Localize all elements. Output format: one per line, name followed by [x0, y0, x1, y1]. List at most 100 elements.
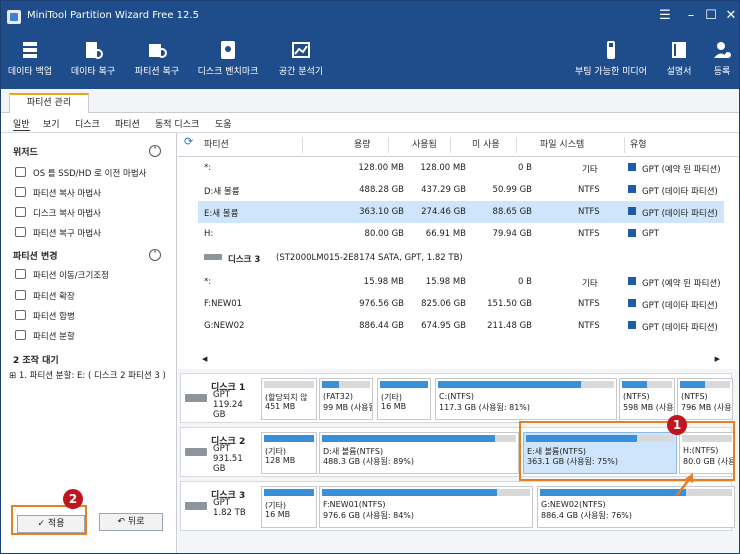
menu-help[interactable]: 도움 [215, 117, 232, 130]
partition-size: 796 MB (사용 [681, 403, 732, 412]
backup-label: 데이타 백업 [7, 67, 53, 77]
menu-icon[interactable]: ☰ [655, 6, 675, 26]
menu-view[interactable]: 보기 [43, 117, 60, 130]
space-analyzer-button[interactable]: 공간 분석기 [271, 39, 331, 77]
minimize-button[interactable]: – [681, 6, 701, 26]
partition-block[interactable]: (NTFS) 598 MB (사용 [619, 378, 675, 420]
disk-group-row[interactable]: 디스크 3 (ST2000LM015-2E8174 SATA, GPT, 1.8… [198, 247, 724, 269]
table-row[interactable]: *: 15.98 MB 15.98 MB 0 B 기타 GPT (예약 된 파티… [198, 271, 724, 293]
table-row[interactable]: D:새 볼륨 488.28 GB 437.29 GB 50.99 GB NTFS… [198, 179, 724, 201]
row-filesystem: NTFS [578, 185, 600, 195]
row-unused: 79.94 GB [492, 229, 532, 239]
change-item-move-resize[interactable]: 파티션 이동/크기조정 [33, 269, 109, 281]
partition-block[interactable]: (NTFS) 796 MB (사용 [677, 378, 733, 420]
partition-block[interactable]: (할당되지 않 451 MB [261, 378, 317, 420]
table-row-selected[interactable]: E:새 볼륨 363.10 GB 274.46 GB 88.65 GB NTFS… [198, 201, 724, 223]
col-used[interactable]: 사용됨 [412, 137, 437, 150]
pending-item[interactable]: ⊞ 1. 파티션 분할: E: ( 디스크 2 파티션 3 ) [9, 369, 166, 381]
row-type: GPT (데이타 파티션) [642, 187, 718, 197]
menu-general[interactable]: 일반 [13, 117, 30, 131]
manual-button[interactable]: 설명서 [661, 39, 697, 77]
usage-fill [322, 435, 495, 442]
wizard-item-copy-disk[interactable]: 디스크 복사 마법사 [33, 207, 101, 219]
row-capacity: 488.28 GB [359, 185, 404, 195]
partition-block[interactable]: (기타) 128 MB [261, 432, 317, 474]
disk-label: 디스크 1 GPT 119.24 GB [185, 378, 257, 420]
wizard-item-partition-recovery[interactable]: 파티션 복구 마법사 [33, 227, 101, 239]
row-name: F:NEW01 [204, 299, 243, 309]
table-row[interactable]: G:NEW02 886.44 GB 674.95 GB 211.48 GB NT… [198, 315, 724, 337]
scroll-right-icon[interactable]: ▶ [715, 355, 720, 363]
row-name: E:새 볼륨 [204, 209, 239, 219]
disk-row[interactable]: 디스크 3 GPT 1.82 TB (기타) 16 MB F:NEW01(NTFS) 976… [180, 481, 735, 531]
partition-recovery-button[interactable]: 파티션 복구 [129, 39, 185, 77]
refresh-icon[interactable]: ⟳ [184, 135, 193, 148]
col-partition[interactable]: 파티션 [204, 137, 229, 150]
disk-size: 1.82 TB [213, 508, 246, 518]
partition-size: 16 MB [265, 510, 291, 519]
register-button[interactable]: 등록 [707, 39, 737, 77]
change-item-extend[interactable]: 파티션 확장 [33, 290, 75, 302]
undo-button[interactable]: ↶ 뒤로 [99, 513, 163, 531]
row-filesystem: 기타 [582, 165, 598, 175]
tab-partition-management[interactable]: 파티션 관리 [9, 93, 89, 113]
change-item-split[interactable]: 파티션 분할 [33, 330, 75, 342]
partition-block[interactable]: C:(NTFS) 117.3 GB (사용됨: 81%) [435, 378, 617, 420]
disk-size: 931.51 GB [213, 454, 243, 474]
menu-partition[interactable]: 파티션 [115, 117, 140, 130]
gpt-icon [628, 299, 636, 307]
partition-block[interactable]: D:새 볼륨(NTFS) 488.3 GB (사용됨: 89%) [319, 432, 519, 474]
backup-button[interactable]: 데이타 백업 [5, 39, 55, 77]
partition-block[interactable]: F:NEW01(NTFS) 976.6 GB (사용됨: 84%) [319, 486, 533, 528]
extend-icon [15, 290, 26, 300]
scroll-left-icon[interactable]: ◀ [202, 355, 207, 363]
partition-size: 976.6 GB (사용됨: 84%) [323, 511, 415, 520]
col-unused[interactable]: 미 사용 [472, 137, 500, 150]
data-recovery-icon [86, 42, 103, 59]
col-filesystem[interactable]: 파일 시스템 [540, 137, 584, 150]
move-resize-icon [15, 269, 26, 279]
disk-icon [185, 502, 207, 510]
row-filesystem: 기타 [582, 279, 598, 289]
menu-disk[interactable]: 디스크 [75, 117, 100, 130]
disk-style: GPT [213, 444, 230, 454]
partition-label: (NTFS) [681, 392, 708, 401]
maximize-button[interactable]: ☐ [701, 6, 721, 26]
disk-benchmark-button[interactable]: 디스크 벤치마크 [193, 39, 263, 77]
data-recovery-button[interactable]: 데이타 복구 [65, 39, 121, 77]
row-type: GPT (데이타 파티션) [642, 209, 718, 219]
row-type: GPT [642, 229, 659, 239]
close-button[interactable]: ✕ [721, 6, 740, 26]
usage-bar [680, 381, 730, 388]
table-row[interactable]: *: 128.00 MB 128.00 MB 0 B 기타 GPT (예약 된 … [198, 157, 724, 179]
change-section-title: 파티션 변경 [13, 252, 58, 262]
row-capacity: 80.00 GB [364, 229, 404, 239]
change-item-merge[interactable]: 파티션 합병 [33, 310, 75, 322]
table-row[interactable]: F:NEW01 976.56 GB 825.06 GB 151.50 GB NT… [198, 293, 724, 315]
col-type[interactable]: 유형 [630, 137, 647, 150]
row-used: 15.98 MB [425, 277, 466, 287]
usage-bar [264, 435, 314, 442]
partition-recovery-wizard-icon [15, 227, 26, 237]
disk-benchmark-label: 디스크 벤치마크 [197, 67, 259, 77]
table-row[interactable]: H: 80.00 GB 66.91 MB 79.94 GB NTFS GPT [198, 223, 724, 245]
wizard-item-os-migrate[interactable]: OS 를 SSD/HD 로 이전 마법사 [33, 167, 146, 179]
horizontal-scrollbar[interactable]: ◀ ▶ [198, 355, 724, 365]
disk-row[interactable]: 디스크 1 GPT 119.24 GB (할당되지 않 451 MB (FAT32) 99 … [180, 373, 733, 423]
partition-size: 16 MB [381, 402, 407, 411]
bootable-media-button[interactable]: 부팅 가능한 미디어 [571, 39, 651, 77]
wizard-item-copy-partition[interactable]: 파티션 복사 마법사 [33, 187, 101, 199]
menu-dynamic-disk[interactable]: 동적 디스크 [155, 117, 199, 130]
partition-block[interactable]: (FAT32) 99 MB (사용됨: [319, 378, 373, 420]
split-icon [15, 330, 26, 340]
apply-button[interactable]: ✓ 적용 [17, 515, 85, 533]
collapse-change-button[interactable]: ˄ [149, 249, 161, 261]
collapse-wizard-button[interactable]: ˄ [149, 145, 161, 157]
disk-icon [204, 254, 222, 260]
col-capacity[interactable]: 용량 [354, 137, 371, 150]
partition-label: C:(NTFS) [439, 392, 474, 401]
partition-block[interactable]: G:NEW02(NTFS) 886.4 GB (사용됨: 76%) [537, 486, 735, 528]
row-unused: 50.99 GB [492, 185, 532, 195]
partition-block[interactable]: (기타) 16 MB [377, 378, 431, 420]
partition-block[interactable]: (기타) 16 MB [261, 486, 317, 528]
